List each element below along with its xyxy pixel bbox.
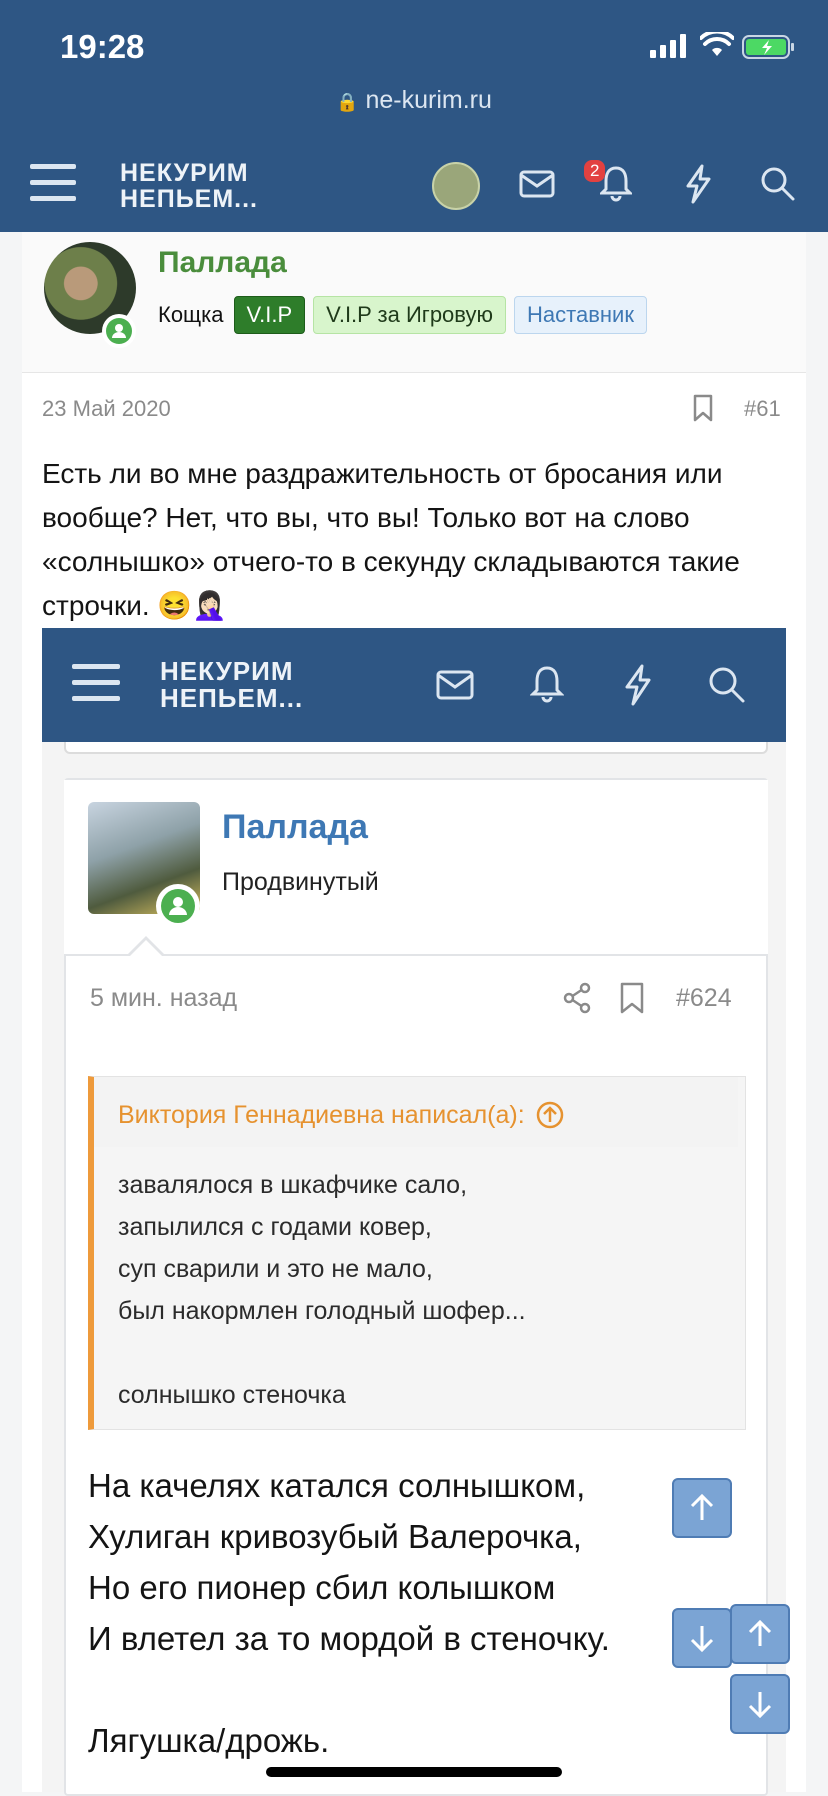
author-badges: Кощка V.I.P V.I.P за Игровую Наставник bbox=[158, 296, 647, 334]
lightning-icon[interactable] bbox=[683, 164, 713, 204]
url-text: ne-kurim.ru bbox=[365, 86, 492, 114]
arrow-up-circle-icon bbox=[536, 1101, 563, 1129]
poem-line: Но его пионер сбил колышком bbox=[88, 1569, 556, 1606]
quote-line: был накормлен голодный шофер... bbox=[118, 1297, 526, 1325]
badge-vip-game: V.I.P за Игровую bbox=[313, 296, 506, 334]
hamburger-icon bbox=[30, 164, 76, 201]
battery-icon bbox=[742, 35, 794, 59]
embedded-logo: НЕКУРИМ НЕПЬЕМ... bbox=[160, 656, 304, 714]
bell-icon bbox=[530, 666, 564, 703]
search-icon[interactable] bbox=[760, 166, 796, 202]
site-logo[interactable]: НЕКУРИМ НЕПЬЕМ... bbox=[120, 160, 258, 213]
embedded-author-rank: Продвинутый bbox=[222, 868, 379, 896]
badge-vip: V.I.P bbox=[233, 296, 306, 334]
arrow-up-icon bbox=[748, 1619, 772, 1646]
logo-line-1: НЕКУРИМ bbox=[120, 159, 249, 187]
bookmark-icon[interactable] bbox=[693, 394, 713, 422]
quote-line: запылился с годами ковер, bbox=[118, 1213, 432, 1241]
post-date[interactable]: 23 Май 2020 bbox=[42, 396, 171, 422]
embedded-scroll-down-button bbox=[672, 1608, 732, 1668]
inbox-icon bbox=[436, 670, 474, 700]
cellular-signal-icon bbox=[650, 34, 686, 58]
post-text: Есть ли во мне раздражительность от брос… bbox=[42, 458, 740, 621]
quote-line: суп сварили и это не мало, bbox=[118, 1255, 433, 1283]
embedded-time-ago: 5 мин. назад bbox=[90, 984, 238, 1012]
author-name[interactable]: Паллада bbox=[158, 246, 287, 280]
hamburger-icon bbox=[72, 664, 120, 701]
user-online-icon bbox=[161, 889, 195, 923]
quote-author: Виктория Геннадиевна написал(а): bbox=[118, 1100, 525, 1129]
poem-line: И влетел за то мордой в стеночку. bbox=[88, 1620, 610, 1657]
logo-line-1: НЕКУРИМ bbox=[160, 656, 294, 686]
user-avatar[interactable] bbox=[432, 162, 480, 210]
embedded-author-name: Паллада bbox=[222, 808, 368, 846]
scroll-up-button[interactable] bbox=[730, 1604, 790, 1664]
quote-header: Виктория Геннадиевна написал(а): bbox=[118, 1100, 565, 1130]
quote-line bbox=[118, 1332, 526, 1374]
address-bar[interactable]: 🔒 ne-kurim.ru bbox=[0, 86, 828, 115]
embedded-screenshot-header: НЕКУРИМ НЕПЬЕМ... bbox=[42, 628, 786, 742]
notification-badge: 2 bbox=[584, 160, 606, 182]
share-icon bbox=[563, 982, 591, 1014]
previous-card-edge bbox=[64, 742, 768, 754]
site-header: 19:28 🔒 ne-kurim.ru НЕКУРИМ НЕПЬЕМ... 2 bbox=[0, 0, 828, 232]
quote-text: завалялося в шкафчике сало, запылился с … bbox=[118, 1164, 526, 1416]
quote-line: завалялося в шкафчике сало, bbox=[118, 1171, 468, 1199]
poem-line: Хулиган кривозубый Валерочка, bbox=[88, 1518, 582, 1555]
inbox-icon[interactable] bbox=[519, 170, 555, 198]
online-indicator bbox=[102, 314, 136, 348]
logo-line-2: НЕПЬЕМ... bbox=[120, 185, 259, 214]
scroll-down-button[interactable] bbox=[730, 1674, 790, 1734]
status-time: 19:28 bbox=[60, 28, 145, 65]
lightning-icon bbox=[625, 664, 651, 706]
user-online-icon bbox=[106, 318, 132, 344]
bookmark-icon bbox=[620, 982, 644, 1014]
arrow-down-icon bbox=[748, 1692, 772, 1719]
arrow-up-icon bbox=[690, 1493, 714, 1520]
arrow-down-icon bbox=[690, 1626, 714, 1653]
poem-line: Лягушка/дрожь. bbox=[88, 1722, 330, 1759]
poem-text: На качелях катался солнышком, Хулиган кр… bbox=[88, 1460, 610, 1766]
home-indicator bbox=[266, 1767, 562, 1777]
badge-mentor: Наставник bbox=[514, 296, 647, 334]
quote-line: солнышко стеночка bbox=[118, 1381, 346, 1409]
wifi-icon bbox=[700, 32, 734, 56]
embedded-post-number: #624 bbox=[676, 984, 732, 1012]
arrow-pointer-inner bbox=[130, 940, 162, 956]
embedded-scroll-up-button bbox=[672, 1478, 732, 1538]
logo-line-2: НЕПЬЕМ... bbox=[160, 683, 304, 714]
embedded-online-indicator bbox=[156, 884, 200, 928]
post-number[interactable]: #61 bbox=[744, 396, 781, 422]
menu-button[interactable] bbox=[30, 162, 76, 202]
poem-line bbox=[88, 1664, 610, 1715]
author-title: Кощка bbox=[158, 302, 224, 327]
lock-icon: 🔒 bbox=[336, 92, 359, 112]
poem-line: На качелях катался солнышком, bbox=[88, 1467, 586, 1504]
search-icon bbox=[709, 667, 745, 703]
